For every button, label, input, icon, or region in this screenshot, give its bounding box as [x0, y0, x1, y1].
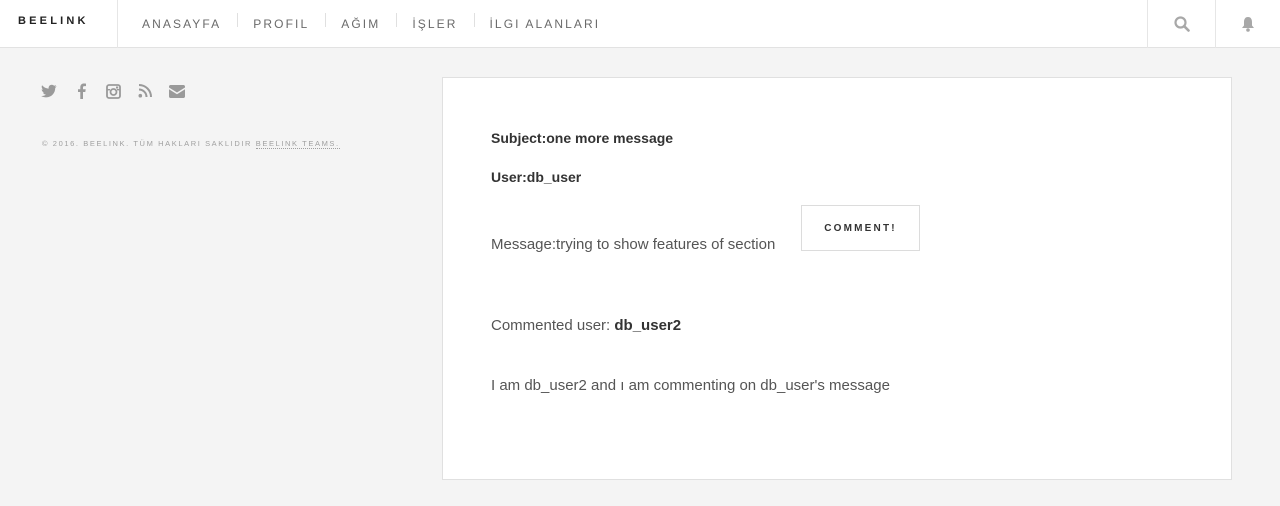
message-user: User:db_user — [491, 169, 581, 185]
message-label: Message: — [491, 236, 557, 253]
rss-link[interactable] — [136, 82, 154, 100]
user-value: db_user — [526, 169, 582, 185]
nav-item-profil[interactable]: PROFIL — [237, 0, 325, 48]
search-icon — [1173, 16, 1190, 32]
commented-user-label: Commented user: — [491, 317, 615, 334]
commented-user: Commented user: db_user2 — [491, 317, 681, 334]
site-logo[interactable]: BEELINK — [18, 15, 89, 27]
copyright-notice: © 2016. BEELINK. TÜM HAKLARI SAKLIDIR BE… — [42, 139, 340, 149]
nav-item-agim[interactable]: AĞIM — [325, 0, 396, 48]
message-value: trying to show features of section — [556, 236, 776, 253]
user-label: User: — [491, 169, 527, 185]
top-navigation-bar: BEELINK ANASAYFA PROFIL AĞIM İŞLER İLGI … — [0, 0, 1280, 48]
message-card: Subject:one more message User:db_user Me… — [442, 77, 1232, 480]
message-body: Message:trying to show features of secti… — [491, 236, 775, 253]
comment-text: I am db_user2 and ı am commenting on db_… — [491, 377, 890, 394]
main-nav: ANASAYFA PROFIL AĞIM İŞLER İLGI ALANLARI — [126, 0, 616, 48]
message-subject: Subject:one more message — [491, 130, 673, 146]
notifications-button[interactable] — [1215, 0, 1280, 48]
rss-icon — [138, 84, 152, 98]
subject-value: one more message — [546, 130, 674, 146]
instagram-link[interactable] — [104, 82, 122, 100]
nav-item-anasayfa[interactable]: ANASAYFA — [126, 0, 237, 48]
facebook-icon — [77, 83, 86, 99]
facebook-link[interactable] — [72, 82, 90, 100]
copyright-text: © 2016. BEELINK. TÜM HAKLARI SAKLIDIR — [42, 139, 256, 148]
comment-button[interactable]: COMMENT! — [801, 205, 920, 251]
instagram-icon — [105, 83, 121, 99]
search-button[interactable] — [1147, 0, 1215, 48]
nav-item-ilgi-alanlari[interactable]: İLGI ALANLARI — [473, 0, 617, 48]
logo-divider — [117, 0, 118, 48]
bell-icon — [1242, 17, 1254, 32]
twitter-link[interactable] — [40, 82, 58, 100]
email-link[interactable] — [168, 82, 186, 100]
social-links — [40, 82, 200, 100]
commented-user-value: db_user2 — [614, 317, 682, 334]
twitter-icon — [41, 84, 57, 98]
beelink-teams-link[interactable]: BEELINK TEAMS. — [255, 139, 340, 149]
subject-label: Subject: — [491, 130, 547, 146]
envelope-icon — [169, 84, 185, 98]
nav-item-isler[interactable]: İŞLER — [396, 0, 473, 48]
